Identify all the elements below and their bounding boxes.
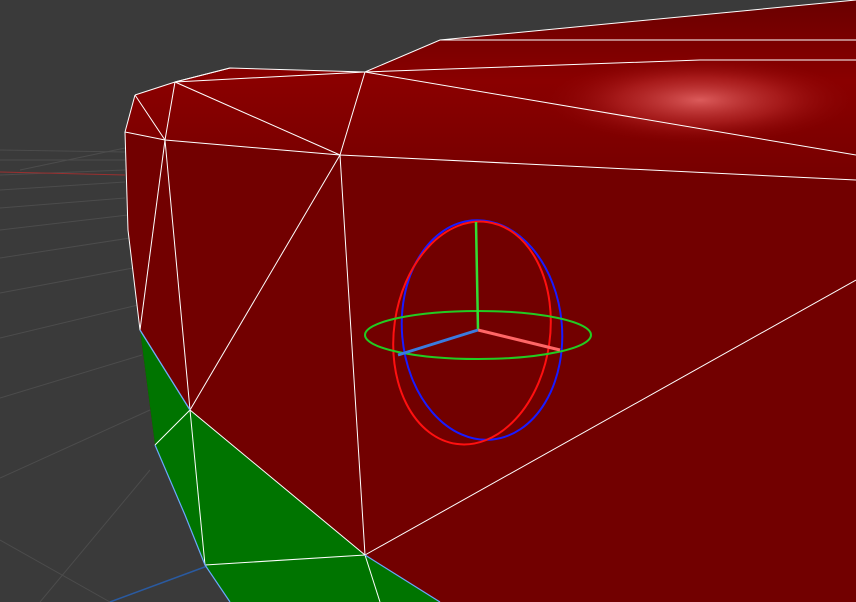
specular-highlight — [540, 55, 856, 145]
viewport-canvas[interactable] — [0, 0, 856, 602]
3d-viewport[interactable] — [0, 0, 856, 602]
